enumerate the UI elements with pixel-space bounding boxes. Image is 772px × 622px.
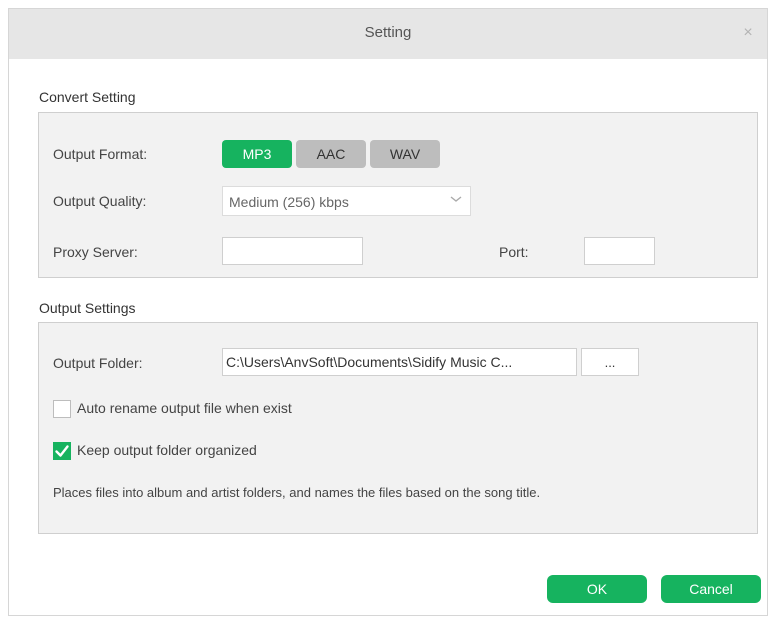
port-label: Port: [499,244,529,260]
port-input[interactable] [584,237,655,265]
organize-description: Places files into album and artist folde… [53,485,541,500]
setting-dialog: Setting × Convert Setting Output Format:… [8,8,768,616]
title-bar: Setting × [9,9,767,59]
auto-rename-label[interactable]: Auto rename output file when exist [77,400,292,416]
convert-setting-group: Output Format: MP3 AAC WAV Output Qualit… [38,112,758,278]
chevron-down-icon [450,196,462,202]
format-wav-button[interactable]: WAV [370,140,440,168]
format-mp3-button[interactable]: MP3 [222,140,292,168]
output-format-label: Output Format: [53,146,148,162]
checkmark-icon [55,445,69,457]
output-quality-value: Medium (256) kbps [229,194,349,210]
ok-button[interactable]: OK [547,575,647,603]
convert-setting-title: Convert Setting [39,89,136,105]
close-icon[interactable]: × [737,22,759,44]
proxy-server-label: Proxy Server: [53,244,138,260]
cancel-button[interactable]: Cancel [661,575,761,603]
window-title: Setting [364,24,412,41]
output-folder-value: C:\Users\AnvSoft\Documents\Sidify Music … [226,354,513,370]
keep-organized-checkbox[interactable] [53,442,71,460]
auto-rename-checkbox[interactable] [53,400,71,418]
browse-button[interactable]: ... [581,348,639,376]
output-quality-label: Output Quality: [53,193,147,209]
output-settings-group: Output Folder: C:\Users\AnvSoft\Document… [38,322,758,534]
keep-organized-label[interactable]: Keep output folder organized [77,442,257,458]
output-folder-input[interactable]: C:\Users\AnvSoft\Documents\Sidify Music … [222,348,577,376]
output-quality-select[interactable]: Medium (256) kbps [222,186,471,216]
output-folder-label: Output Folder: [53,355,143,371]
format-aac-button[interactable]: AAC [296,140,366,168]
proxy-server-input[interactable] [222,237,363,265]
output-settings-title: Output Settings [39,300,136,316]
